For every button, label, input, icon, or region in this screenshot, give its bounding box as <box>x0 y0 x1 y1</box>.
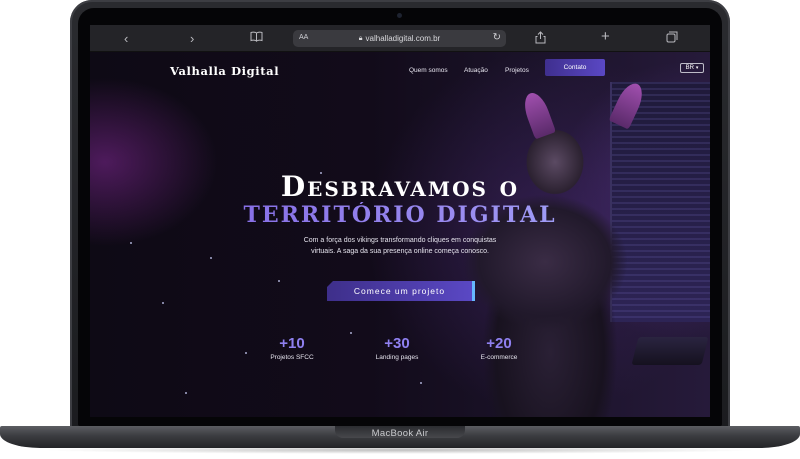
hero-title-line1: Desbravamos o <box>280 170 520 203</box>
contact-button[interactable]: Contato <box>545 59 605 76</box>
laptop-screen: ‹ › AA 🔒︎ valhalladigital.com.br ↻ + Val… <box>90 25 710 417</box>
chevron-down-icon: ▾ <box>695 65 699 71</box>
hero-subtitle-line1: Com a força dos vikings transformando cl… <box>303 237 497 244</box>
stat-label: Projetos SFCC <box>270 354 314 361</box>
language-select[interactable]: BR ▾ <box>680 63 704 73</box>
camera-icon <box>397 13 402 18</box>
url-text: valhalladigital.com.br <box>365 34 441 43</box>
new-tab-icon[interactable]: + <box>601 29 610 44</box>
model-label: MacBook Air <box>371 428 429 439</box>
hero-subtitle: Com a força dos vikings transformando cl… <box>280 235 520 257</box>
star <box>420 382 422 384</box>
star <box>278 280 280 282</box>
forward-icon[interactable]: › <box>190 31 194 46</box>
stat-value: +10 <box>279 335 305 352</box>
laptop-shadow <box>40 446 760 454</box>
start-project-button[interactable]: Comece um projeto <box>327 281 475 301</box>
bookmarks-icon[interactable] <box>250 31 263 47</box>
stat-label: E-commerce <box>480 354 518 361</box>
star <box>350 332 352 334</box>
address-bar[interactable]: AA 🔒︎ valhalladigital.com.br ↻ <box>293 30 506 47</box>
back-icon[interactable]: ‹ <box>124 31 128 46</box>
stat-value: +30 <box>384 335 410 352</box>
language-value: BR <box>685 65 694 71</box>
star <box>185 392 187 394</box>
site-logo[interactable]: Valhalla Digital <box>170 64 279 78</box>
keyboard-illustration <box>631 337 709 365</box>
stat-label: Landing pages <box>375 354 419 361</box>
hero-title-line2: TERRITÓRIO DIGITAL <box>90 202 710 228</box>
hero-subtitle-line2: virtuais. A saga da sua presença online … <box>311 248 489 255</box>
star <box>210 257 212 259</box>
star <box>130 242 132 244</box>
stat-item: +20 E-commerce <box>454 335 544 361</box>
reload-icon[interactable]: ↻ <box>493 32 501 43</box>
tabs-icon[interactable] <box>666 31 678 46</box>
star <box>162 302 164 304</box>
share-icon[interactable] <box>535 31 546 47</box>
nav-link-atuacao[interactable]: Atuação <box>464 67 488 74</box>
stat-value: +20 <box>486 335 512 352</box>
nav-link-quem-somos[interactable]: Quem somos <box>409 67 448 74</box>
website-page: Valhalla Digital Quem somos Atuação Proj… <box>90 52 710 417</box>
reader-button[interactable]: AA <box>299 34 308 41</box>
lock-icon: 🔒︎ <box>358 34 363 42</box>
browser-toolbar: ‹ › AA 🔒︎ valhalladigital.com.br ↻ + <box>90 25 710 52</box>
nav-link-projetos[interactable]: Projetos <box>505 67 529 74</box>
stat-item: +30 Landing pages <box>352 335 442 361</box>
stat-item: +10 Projetos SFCC <box>247 335 337 361</box>
